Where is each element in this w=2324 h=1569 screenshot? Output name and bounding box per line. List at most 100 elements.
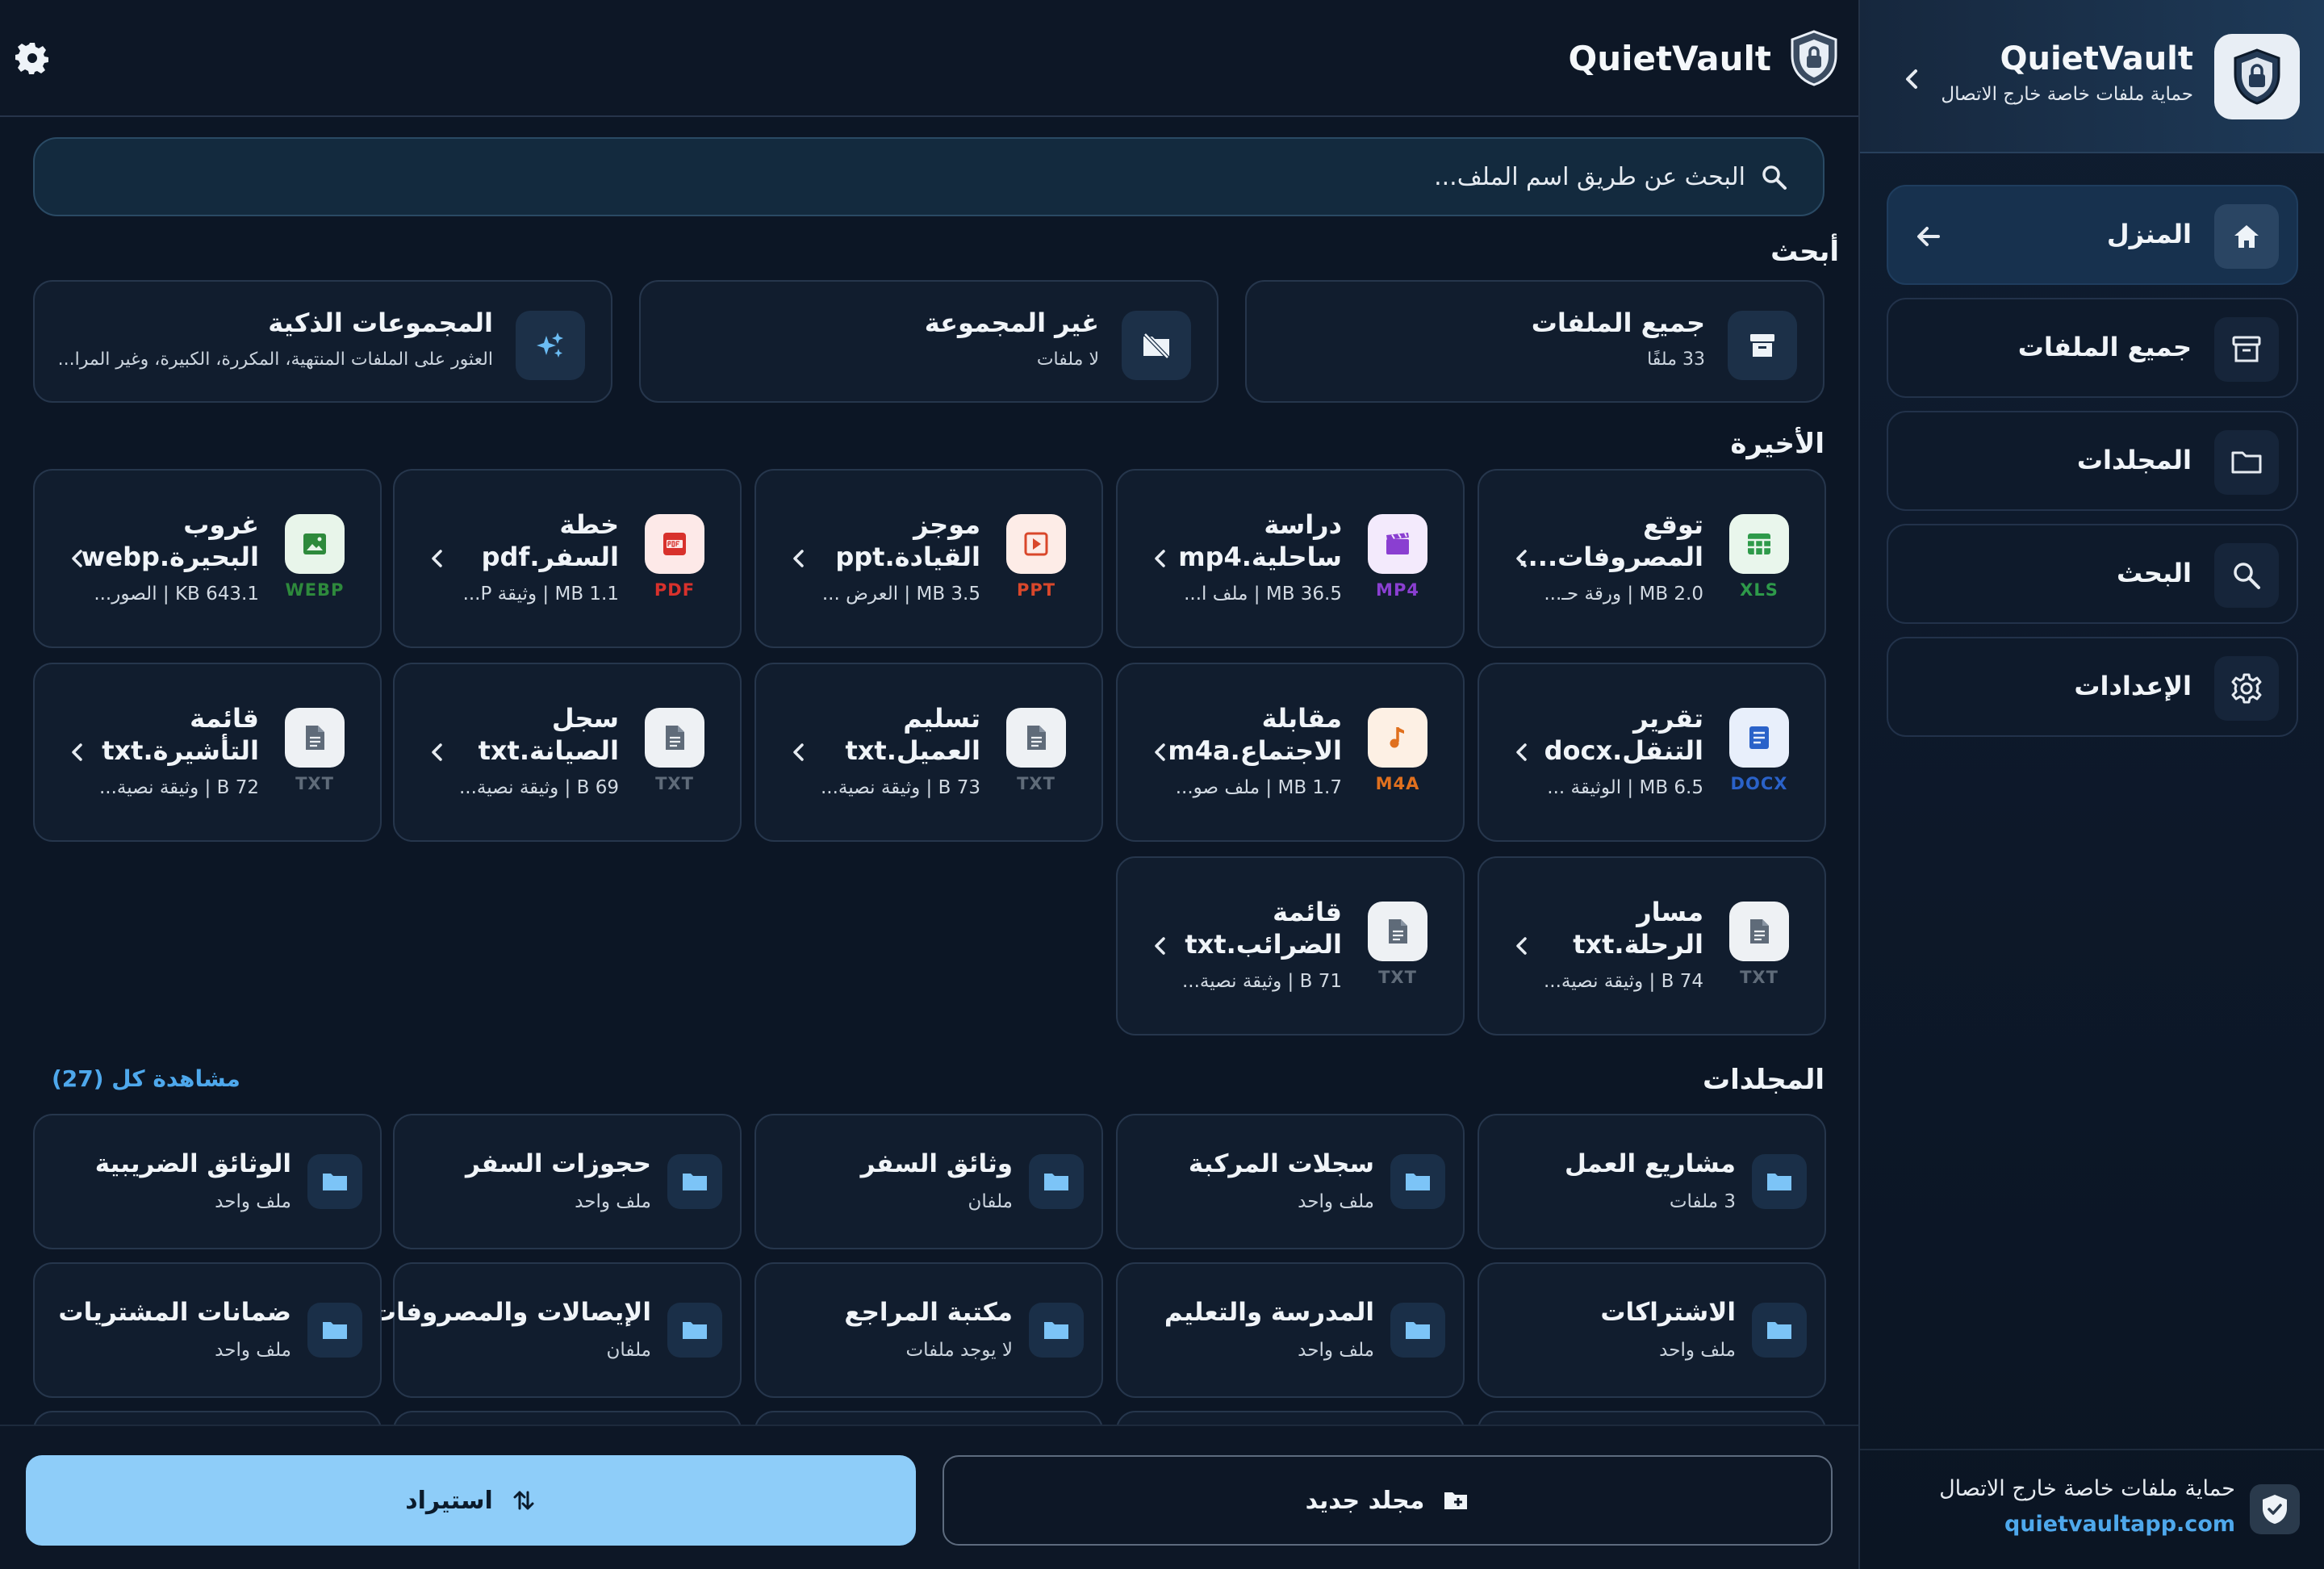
new-folder-button[interactable]: مجلد جديد	[943, 1455, 1833, 1546]
file-type-label: XLS	[1740, 580, 1779, 600]
folder-card[interactable]: مكتبة المراجع لا يوجد ملفات	[754, 1262, 1103, 1398]
archive-icon	[2214, 317, 2279, 382]
recent-file-card[interactable]: TXT تسليم العميل.txt 73 B | وثيقة نصية..…	[754, 663, 1103, 842]
chevron-left-icon	[1147, 738, 1174, 766]
chevron-left-icon	[1508, 738, 1536, 766]
back-arrow-icon[interactable]	[1912, 220, 1945, 253]
file-name-line1: موجز	[913, 509, 980, 540]
file-name-line2: الصيانة.txt	[478, 735, 619, 766]
recent-file-card[interactable]: DOCX تقرير التنقل.docx 6.5 MB | الوثيقة …	[1478, 663, 1826, 842]
file-name-line1: تقرير	[1633, 703, 1703, 734]
doc-icon	[1729, 708, 1789, 768]
file-meta: 3.5 MB | العرض ...	[821, 584, 980, 605]
recent-file-card[interactable]: MP4 دراسة ساحلية.mp4 36.5 MB | ملف ا...	[1116, 469, 1465, 648]
file-name-line1: قائمة	[1273, 897, 1342, 927]
folder-card[interactable]: مشاريع العمل 3 ملفات	[1478, 1114, 1826, 1249]
recent-file-card[interactable]: PPT موجز القيادة.ppt 3.5 MB | العرض ...	[754, 469, 1103, 648]
chevron-left-icon	[1508, 932, 1536, 960]
recent-file-card[interactable]: TXT سجل الصيانة.txt 69 B | وثيقة نصية...	[393, 663, 742, 842]
folder-name: وثائق السفر	[860, 1149, 1013, 1178]
file-name-line1: دراسة	[1264, 509, 1342, 540]
file-meta: 72 B | وثيقة نصية...	[98, 777, 259, 798]
folder-card[interactable]: الوثائق الضريبية ملف واحد	[33, 1114, 382, 1249]
see-all-folders-link[interactable]: مشاهدة كل (27)	[52, 1065, 240, 1092]
recent-file-card[interactable]: TXT قائمة التأشيرة.txt 72 B | وثيقة نصية…	[33, 663, 382, 842]
all-files-card[interactable]: جميع الملفات 33 ملفًا	[1245, 280, 1825, 403]
recent-file-card[interactable]: WEBP غروب البحيرة.webp 643.1 KB | الصور.…	[33, 469, 382, 648]
file-type-label: MP4	[1376, 580, 1419, 600]
folder-card[interactable]: المدرسة والتعليم ملف واحد	[1116, 1262, 1465, 1398]
file-name-line1: تسليم	[903, 703, 980, 734]
top-bar: QuietVault	[0, 0, 1858, 117]
file-name-line2: السفر.pdf	[481, 542, 619, 572]
chevron-left-icon	[424, 738, 451, 766]
gear-icon	[15, 43, 48, 74]
sidebar-item-label: الإعدادات	[2074, 671, 2192, 701]
sidebar-item-folders[interactable]: المجلدات	[1887, 411, 2298, 511]
collapse-sidebar-button[interactable]	[1896, 63, 1929, 95]
file-type-label: TXT	[295, 774, 334, 793]
sidebar-item-all-files[interactable]: جميع الملفات	[1887, 298, 2298, 398]
shield-lock-icon	[2234, 48, 2280, 105]
folder-name: مكتبة المراجع	[844, 1298, 1013, 1327]
file-type-label: M4A	[1375, 774, 1420, 793]
folder-name: حجوزات السفر	[466, 1149, 651, 1178]
folder-name: ضمانات المشتريات	[58, 1298, 291, 1327]
archive-icon	[1728, 311, 1797, 380]
search-icon	[1758, 161, 1791, 194]
file-name-line1: مسار	[1636, 897, 1703, 927]
chevron-left-icon	[785, 738, 813, 766]
recent-file-card[interactable]: TXT قائمة الضرائب.txt 71 B | وثيقة نصية.…	[1116, 856, 1465, 1036]
chevron-left-icon	[424, 545, 451, 572]
folder-card[interactable]: سجلات المركبة ملف واحد	[1116, 1114, 1465, 1249]
home-icon	[2214, 204, 2279, 269]
app-title: QuietVault	[1568, 39, 1772, 78]
folder-card[interactable]: الإيصالات والمصروفات ملفان	[371, 1262, 742, 1398]
sidebar-header: QuietVault حماية ملفات خاصة خارج الاتصال	[1860, 0, 2324, 153]
folder-card[interactable]: ضمانات المشتريات ملف واحد	[33, 1262, 382, 1398]
sidebar-item-label: جميع الملفات	[2017, 332, 2192, 362]
sidebar-item-settings[interactable]: الإعدادات	[1887, 637, 2298, 737]
smart-groups-card[interactable]: المجموعات الذكية العثور على الملفات المن…	[33, 280, 612, 403]
folder-card[interactable]: وثائق السفر ملفان	[754, 1114, 1103, 1249]
sidebar-item-search[interactable]: البحث	[1887, 524, 2298, 624]
recent-file-card[interactable]: M4A مقابلة الاجتماع.m4a 1.7 MB | ملف صو.…	[1116, 663, 1465, 842]
sidebar-app-subtitle: حماية ملفات خاصة خارج الاتصال	[1941, 84, 2193, 105]
folder-count: ملفان	[968, 1191, 1013, 1212]
folder-card[interactable]: حجوزات السفر ملف واحد	[393, 1114, 742, 1249]
folder-count: ملف واحد	[1659, 1340, 1736, 1361]
file-name-line2: العميل.txt	[845, 735, 980, 766]
folder-card[interactable]: الاشتراكات ملف واحد	[1478, 1262, 1826, 1398]
settings-button[interactable]	[15, 40, 50, 76]
file-name-line2: ساحلية.mp4	[1178, 542, 1342, 572]
import-button[interactable]: استيراد	[26, 1455, 916, 1546]
folder-icon	[1752, 1154, 1807, 1209]
file-name-line1: توقع	[1643, 509, 1703, 540]
recent-file-card[interactable]: PDF خطة السفر.pdf 1.1 MB | وثيقة P...	[393, 469, 742, 648]
file-meta: 6.5 MB | الوثيقة ...	[1547, 777, 1703, 798]
video-icon	[1368, 514, 1427, 574]
sidebar-item-label: المنزل	[2106, 219, 2192, 249]
file-meta: 73 B | وثيقة نصية...	[820, 777, 980, 798]
search-input[interactable]: البحث عن طريق اسم الملف...	[33, 137, 1825, 216]
file-meta: 1.7 MB | ملف صو...	[1175, 777, 1342, 798]
chevron-left-icon	[64, 545, 91, 572]
file-meta: 36.5 MB | ملف ا...	[1184, 584, 1342, 605]
recent-file-card[interactable]: XLS توقع المصروفات.... 2.0 MB | ورقة حـ.…	[1478, 469, 1826, 648]
card-subtitle: لا ملفات	[1036, 349, 1099, 370]
chevron-left-icon	[64, 738, 91, 766]
sidebar-item-home[interactable]: المنزل	[1887, 185, 2298, 285]
bottom-action-bar: استيراد مجلد جديد	[0, 1425, 1858, 1569]
recent-file-card[interactable]: TXT مسار الرحلة.txt 74 B | وثيقة نصية...	[1478, 856, 1826, 1036]
sparkle-icon	[516, 311, 585, 380]
create-folder-icon	[1444, 1492, 1468, 1509]
file-type-label: PDF	[654, 580, 696, 600]
file-name-line2: التنقل.docx	[1544, 735, 1703, 766]
file-meta: 69 B | وثيقة نصية...	[458, 777, 619, 798]
file-name-line1: مقابلة	[1261, 703, 1342, 734]
ungrouped-card[interactable]: غير المجموعة لا ملفات	[639, 280, 1218, 403]
file-meta: 1.1 MB | وثيقة P...	[462, 584, 619, 605]
folder-count: ملف واحد	[575, 1191, 651, 1212]
website-link[interactable]: quietvaultapp.com	[2004, 1512, 2235, 1537]
file-type-label: DOCX	[1730, 774, 1788, 793]
